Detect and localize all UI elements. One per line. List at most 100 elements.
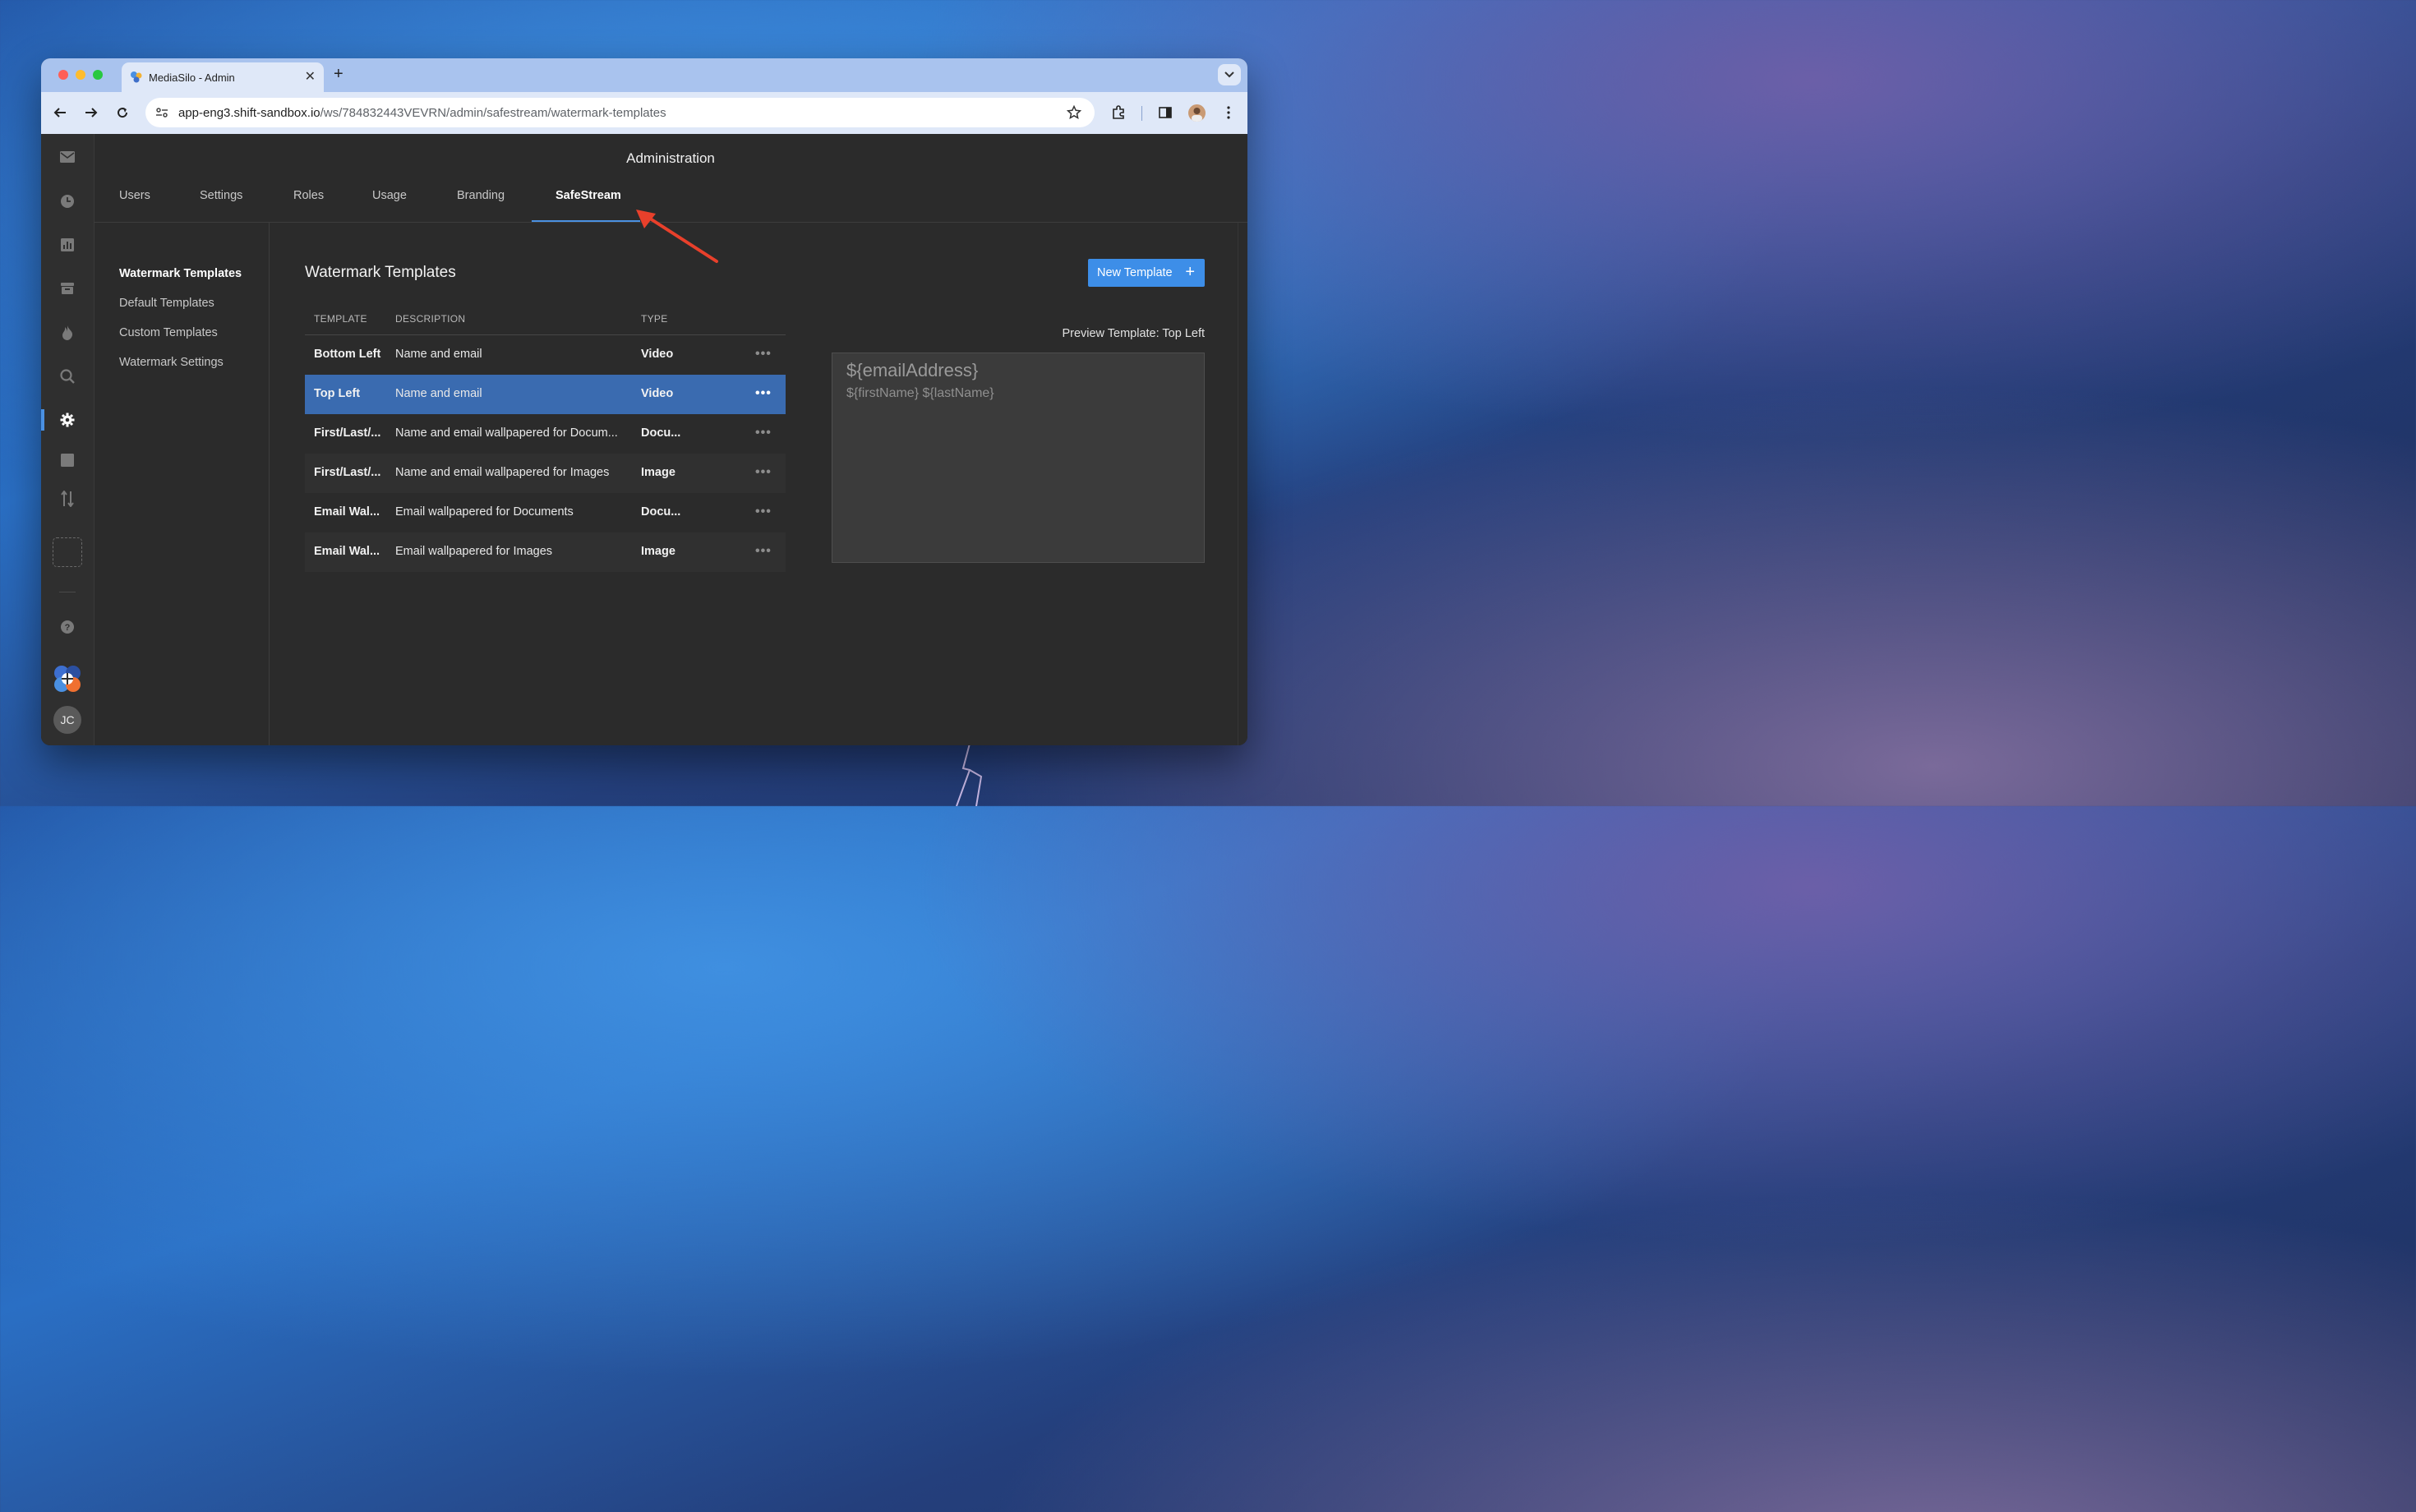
row-menu-icon[interactable]: •••	[755, 386, 772, 401]
help-icon[interactable]: ?	[59, 619, 76, 635]
tab-branding[interactable]: Branding	[457, 189, 505, 202]
address-bar[interactable]: app-eng3.shift-sandbox.io/ws/784832443VE…	[145, 98, 1095, 127]
tab-users[interactable]: Users	[119, 189, 150, 202]
sort-icon[interactable]	[59, 491, 76, 507]
cell-description: Email wallpapered for Documents	[395, 505, 574, 519]
maximize-window-button[interactable]	[93, 70, 103, 80]
reload-button[interactable]	[113, 104, 131, 122]
rail-drop-zone[interactable]	[53, 537, 82, 567]
new-template-button[interactable]: New Template +	[1088, 259, 1205, 287]
browser-window: MediaSilo - Admin ✕ + app-eng3.shift-san…	[41, 58, 1247, 745]
header-description[interactable]: DESCRIPTION	[395, 313, 465, 325]
browser-toolbar: app-eng3.shift-sandbox.io/ws/784832443VE…	[41, 92, 1247, 134]
table-row[interactable]: Top Left Name and email Video •••	[305, 375, 786, 414]
preview-label: Preview Template: Top Left	[1062, 327, 1205, 340]
subnav-watermark-settings[interactable]: Watermark Settings	[119, 356, 224, 369]
back-button[interactable]	[51, 104, 69, 122]
row-menu-icon[interactable]: •••	[755, 465, 772, 480]
url-host: app-eng3.shift-sandbox.io	[178, 106, 320, 120]
profile-avatar[interactable]	[1188, 104, 1206, 122]
preview-email-placeholder: ${emailAddress}	[846, 360, 979, 380]
cell-type: Image	[641, 466, 675, 479]
mail-icon[interactable]	[59, 149, 76, 165]
cell-description: Name and email	[395, 387, 482, 400]
forward-button[interactable]	[82, 104, 100, 122]
browser-tab[interactable]: MediaSilo - Admin ✕	[122, 62, 324, 92]
browser-menu-button[interactable]	[1220, 104, 1238, 122]
row-menu-icon[interactable]: •••	[755, 347, 772, 362]
chevron-down-icon	[1224, 71, 1234, 78]
header-type[interactable]: TYPE	[641, 313, 668, 325]
bookmark-star-icon[interactable]	[1067, 105, 1081, 120]
gear-icon[interactable]	[59, 412, 76, 428]
url-path: /ws/784832443VEVRN/admin/safestream/wate…	[320, 106, 666, 120]
tab-usage[interactable]: Usage	[372, 189, 407, 202]
search-icon[interactable]	[59, 368, 76, 385]
preview-name-placeholder: ${firstName} ${lastName}	[846, 386, 994, 400]
table-row[interactable]: First/Last/... Name and email wallpapere…	[305, 414, 786, 454]
table-row[interactable]: Email Wal... Email wallpapered for Docum…	[305, 493, 786, 532]
logo-icon[interactable]	[53, 664, 82, 694]
mediasilo-favicon-icon	[131, 71, 142, 83]
annotation-arrow	[636, 210, 718, 263]
subnav-watermark-templates[interactable]: Watermark Templates	[119, 267, 242, 280]
cell-type: Image	[641, 545, 675, 558]
cell-description: Name and email	[395, 348, 482, 361]
preview-box: ${emailAddress} ${firstName} ${lastName}	[832, 353, 1205, 563]
minimize-window-button[interactable]	[76, 70, 85, 80]
left-rail: ? JC	[41, 134, 95, 745]
cell-type: Docu...	[641, 505, 681, 519]
puzzle-icon	[1113, 105, 1124, 119]
cell-template: First/Last/...	[314, 466, 381, 479]
browser-tab-strip: MediaSilo - Admin ✕ +	[41, 58, 1247, 92]
scrollbar[interactable]	[1238, 223, 1247, 745]
cell-description: Email wallpapered for Images	[395, 545, 553, 558]
inbox-icon[interactable]	[59, 280, 76, 297]
user-avatar[interactable]: JC	[53, 706, 81, 734]
side-panel-icon	[1159, 107, 1172, 118]
row-menu-icon[interactable]: •••	[755, 544, 772, 559]
header-template[interactable]: TEMPLATE	[314, 313, 367, 325]
section-title: Watermark Templates	[305, 264, 456, 281]
fire-icon[interactable]	[59, 325, 76, 341]
chart-icon[interactable]	[59, 237, 76, 253]
side-panel-button[interactable]	[1156, 104, 1174, 122]
plus-icon: +	[1185, 263, 1195, 281]
tab-safestream[interactable]: SafeStream	[556, 189, 621, 202]
row-menu-icon[interactable]: •••	[755, 505, 772, 519]
arrow-right-icon	[85, 108, 98, 118]
table-row[interactable]: First/Last/... Name and email wallpapere…	[305, 454, 786, 493]
new-template-label: New Template	[1097, 266, 1173, 279]
lightning-decoration	[956, 744, 983, 806]
table-row[interactable]: Bottom Left Name and email Video •••	[305, 335, 786, 375]
cell-type: Video	[641, 348, 674, 361]
close-tab-icon[interactable]: ✕	[305, 68, 316, 85]
tab-settings[interactable]: Settings	[200, 189, 242, 202]
url-text: app-eng3.shift-sandbox.io/ws/784832443VE…	[178, 106, 666, 120]
site-settings-icon[interactable]	[155, 106, 168, 119]
cell-template: Email Wal...	[314, 545, 380, 558]
clock-icon[interactable]	[59, 193, 76, 210]
cell-template: Email Wal...	[314, 505, 380, 519]
cell-template: First/Last/...	[314, 426, 381, 440]
tab-roles[interactable]: Roles	[293, 189, 324, 202]
square-icon[interactable]	[59, 452, 76, 468]
tab-search-button[interactable]	[1218, 64, 1241, 85]
cell-type: Video	[641, 387, 674, 400]
page-title: Administration	[626, 150, 715, 166]
subnav-default-templates[interactable]: Default Templates	[119, 297, 214, 310]
extensions-button[interactable]	[1109, 104, 1127, 122]
cell-template: Top Left	[314, 387, 361, 400]
more-vertical-icon	[1227, 106, 1230, 119]
arrow-left-icon	[53, 108, 66, 118]
table-row[interactable]: Email Wal... Email wallpapered for Image…	[305, 532, 786, 572]
toolbar-divider	[1141, 106, 1142, 121]
person-icon	[1192, 108, 1202, 122]
subnav: Watermark Templates Default Templates Cu…	[94, 223, 270, 745]
subnav-custom-templates[interactable]: Custom Templates	[119, 326, 218, 339]
row-menu-icon[interactable]: •••	[755, 426, 772, 440]
rail-active-indicator	[41, 409, 44, 431]
new-tab-icon[interactable]: +	[334, 65, 343, 84]
cell-template: Bottom Left	[314, 348, 381, 361]
close-window-button[interactable]	[58, 70, 68, 80]
